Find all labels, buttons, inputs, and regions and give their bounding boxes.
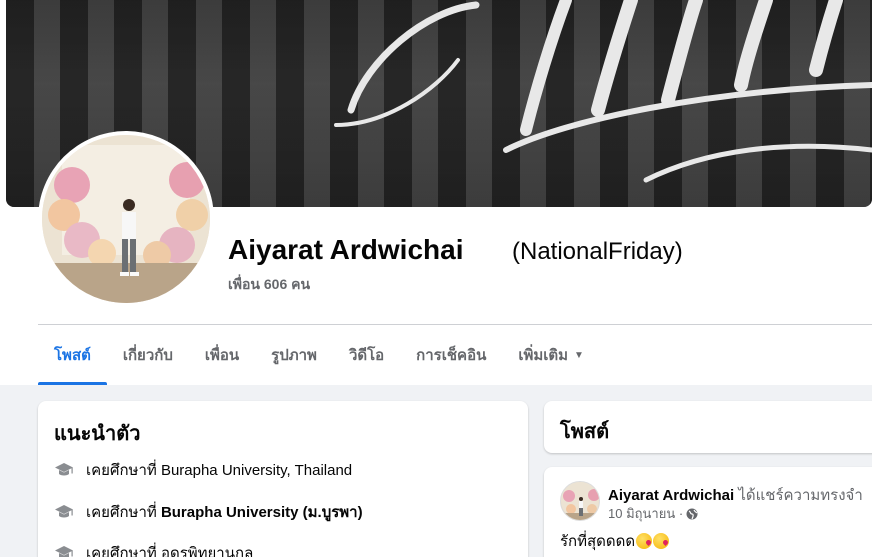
profile-nickname: (NationalFriday) <box>512 238 683 265</box>
tab-posts[interactable]: โพสต์ <box>38 325 107 385</box>
tab-friends[interactable]: เพื่อน <box>189 325 255 385</box>
friends-count[interactable]: เพื่อน 606 คน <box>228 274 310 296</box>
tab-about[interactable]: เกี่ยวกับ <box>107 325 189 385</box>
post-date[interactable]: 10 มิถุนายน <box>608 503 675 524</box>
tab-label: การเช็คอิน <box>416 347 487 364</box>
profile-photo <box>42 135 210 303</box>
kiss-emoji-icon <box>653 533 670 549</box>
intro-education-item: เคยศึกษาที่ อุดรพิทยานุกูล <box>54 541 253 557</box>
education-school[interactable]: อุดรพิทยานุกูล <box>161 541 253 557</box>
graduation-cap-icon <box>55 505 73 518</box>
post-author-name[interactable]: Aiyarat Ardwichai <box>608 487 734 504</box>
intro-title: แนะนำตัว <box>54 423 141 445</box>
kiss-emoji-icon <box>636 533 653 549</box>
profile-tabs: โพสต์ เกี่ยวกับ เพื่อน รูปภาพ วิดีโอ การ… <box>38 325 600 385</box>
education-school[interactable]: Burapha University (ม.บูรพา) <box>161 500 363 524</box>
tab-label: รูปภาพ <box>271 347 317 364</box>
tab-label: เพื่อน <box>204 347 240 364</box>
post-text-line: รักที่สุดดดด <box>560 529 670 553</box>
tab-label: เกี่ยวกับ <box>122 347 173 364</box>
intro-card: แนะนำตัว เคยศึกษาที่ Burapha University,… <box>38 401 528 557</box>
education-prefix: เคยศึกษาที่ <box>86 504 157 521</box>
graduation-cap-icon <box>55 463 73 476</box>
post-text: รักที่สุดดดด <box>560 533 636 550</box>
tab-checkins[interactable]: การเช็คอิน <box>400 325 502 385</box>
tab-more[interactable]: เพิ่มเติม ▼ <box>502 325 600 385</box>
intro-education-item: เคยศึกษาที่ Burapha University, Thailand <box>54 458 352 482</box>
tab-label: วิดีโอ <box>348 347 385 364</box>
post-separator: · <box>678 506 684 521</box>
post-author-avatar[interactable] <box>560 481 600 521</box>
tab-photos[interactable]: รูปภาพ <box>255 325 333 385</box>
graduation-cap-icon <box>55 546 73 557</box>
education-prefix: เคยศึกษาที่ <box>86 462 157 479</box>
globe-icon[interactable] <box>686 508 698 520</box>
posts-header-card: โพสต์ <box>544 401 872 453</box>
tab-label: โพสต์ <box>54 347 91 364</box>
posts-title: โพสต์ <box>560 421 610 443</box>
profile-name: Aiyarat Ardwichai <box>228 234 464 265</box>
post-card: Aiyarat Ardwichai ได้แชร์ความทรงจำ 10 มิ… <box>544 467 872 557</box>
intro-education-item: เคยศึกษาที่ Burapha University (ม.บูรพา) <box>54 500 363 524</box>
tab-videos[interactable]: วิดีโอ <box>333 325 400 385</box>
profile-avatar[interactable] <box>38 131 214 307</box>
education-school[interactable]: Burapha University, Thailand <box>161 462 352 479</box>
education-prefix: เคยศึกษาที่ <box>86 545 157 557</box>
caret-down-icon: ▼ <box>574 349 584 361</box>
post-meta: 10 มิถุนายน · <box>608 503 698 524</box>
tab-label: เพิ่มเติม <box>518 347 569 364</box>
post-action: ได้แชร์ความทรงจำ <box>738 487 863 504</box>
